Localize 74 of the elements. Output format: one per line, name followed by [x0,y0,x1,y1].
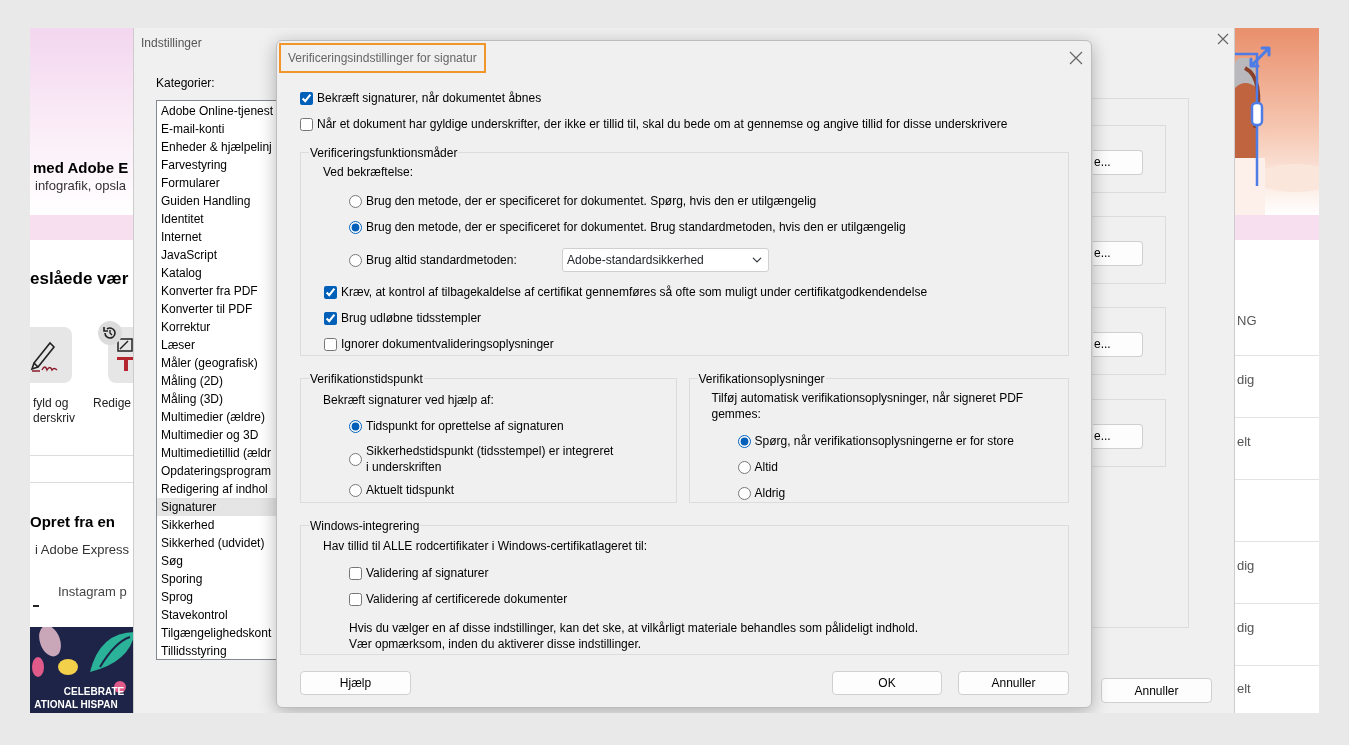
checkbox[interactable] [349,592,362,606]
page-heading: med Adobe E [33,158,129,178]
radio-button[interactable] [349,483,362,497]
group-legend: Verifikationstidspunkt [309,371,424,387]
list-item-text: dig [1237,619,1255,637]
section-subtitle: i Adobe Express [35,541,129,559]
list-item-text: elt [1237,680,1251,698]
checkbox-label: Validering af certificerede dokumenter [366,591,568,608]
checkbox[interactable] [324,311,337,325]
tool-label: fyld og derskriv [33,396,75,426]
close-icon[interactable] [1069,51,1083,65]
dialog-title: Verificeringsindstillinger for signatur [279,43,486,73]
group-prompt: Bekræft signaturer ved hjælp af: [323,392,495,409]
group-prompt: Ved bekræftelse: [323,164,415,181]
settings-button[interactable]: e... [1093,241,1143,266]
radio-label: Brug den metode, der er specificeret for dokumentet. Spørg, hvis den er utilgængelig [366,193,817,210]
method-dropdown[interactable]: Adobe-standardsikkerhed [562,248,769,272]
cancel-button[interactable]: Annuller [1101,678,1212,703]
section-title: eslåede vær [30,268,129,290]
radio-label: Aktuelt tidspunkt [366,482,455,498]
radio-label: Tidspunkt for oprettelse af signaturen [366,418,564,434]
checkbox-label: Bekræft signaturer, når dokumentet åbnes [317,90,542,107]
radio-button[interactable] [349,220,362,234]
window-title: Indstillinger [141,35,202,52]
text-edit-icon [116,337,136,373]
warning-note: Hvis du vælger en af disse indstillinger, kan det ske, at vilkårligt materiale behandles som pålideligt indhold. Vær opmærksom, inden du aktiverer disse indstillinger. [349,620,919,652]
tab-indicator [33,605,39,607]
radio-label: Spørg, når verifikationsoplysningerne er for store [754,433,1014,449]
list-item-text: NG [1237,312,1257,330]
group-prompt: Hav tillid til ALLE rodcertifikater i Windows-certifikatlageret til: [323,538,649,555]
radio-button[interactable] [349,419,362,433]
radio-button[interactable] [349,452,362,466]
radio-label: Altid [754,459,778,475]
radio-button[interactable] [737,460,751,474]
banner-text: CELEBRATE [62,685,126,698]
radio-button[interactable] [349,253,362,267]
checkbox[interactable] [300,117,313,131]
checkbox[interactable] [349,566,362,580]
history-icon [98,321,122,345]
checkbox-label: Brug udløbne tidsstempler [341,310,482,327]
settings-button[interactable]: e... [1093,150,1143,175]
list-item-text: dig [1237,557,1255,575]
group-legend: Verifikationsoplysninger [697,371,826,387]
radio-button[interactable] [349,194,362,208]
checkbox-label: Ignorer dokumentvalideringsoplysninger [341,336,554,353]
radio-button[interactable] [737,434,751,448]
checkbox[interactable] [300,91,313,105]
checkbox-label: Validering af signaturer [366,565,489,582]
banner-text: ATIONAL HISPAN [33,698,119,711]
tab[interactable]: Instagram p [58,582,127,602]
settings-button[interactable]: e... [1093,332,1143,357]
group-legend: Windows-integrering [309,518,421,534]
list-item-text: elt [1237,433,1251,451]
group-legend: Verificeringsfunktionsmåder [309,145,459,161]
checkbox[interactable] [324,337,337,351]
group-prompt: Tilføj automatisk verifikationsoplysninger, når signeret PDF gemmes: [711,390,1025,422]
settings-button[interactable]: e... [1093,424,1143,449]
radio-label: Brug altid standardmetoden: [366,252,518,269]
help-button[interactable]: Hjælp [300,671,411,695]
radio-button[interactable] [737,486,751,500]
radio-label: Brug den metode, der er specificeret for dokumentet. Brug standardmetoden, hvis den er utilgængelig [366,219,906,236]
cancel-button[interactable]: Annuller [958,671,1069,695]
field-label: Kategorier: [156,75,215,92]
tool-tile[interactable] [30,327,72,383]
tool-label: Redige [93,396,132,411]
page-subheading: infografik, opsla [35,177,127,195]
list-item-text: dig [1237,371,1255,389]
ok-button[interactable]: OK [832,671,942,695]
checkbox-label: Kræv, at kontrol af tilbagekaldelse af certifikat gennemføres så ofte som muligt under certifikatgodkendendelse [341,284,928,301]
radio-label: Aldrig [754,485,786,501]
checkbox[interactable] [324,285,337,299]
radio-label: Sikkerhedstidspunkt (tidsstempel) er integreret i underskriften [366,443,614,475]
section-title: Opret fra en [30,512,116,532]
checkbox-label: Når et dokument har gyldige underskrifter, der ikke er tillid til, skal du bede om at gennemse og angive tillid for disse underskrivere [317,116,1008,133]
